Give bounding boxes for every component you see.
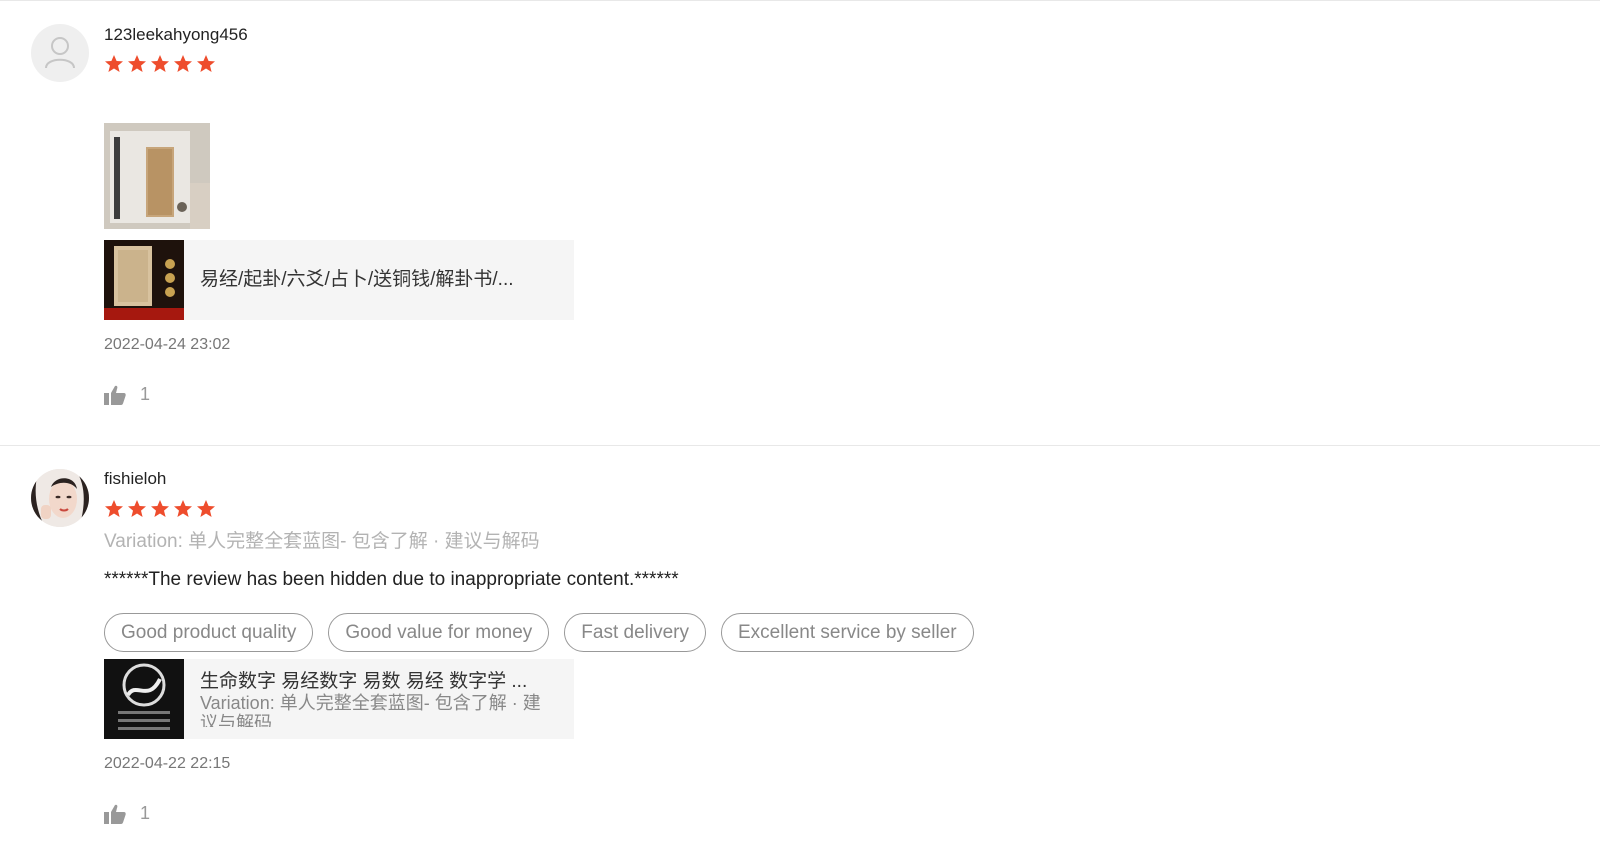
star-icon [128,500,146,517]
review-tag: Excellent service by seller [721,613,974,652]
thumbs-up-icon [104,804,126,824]
user-photo [31,469,89,527]
star-icon [105,55,123,72]
star-icon [174,55,192,72]
star-icon [174,500,192,517]
thumbs-up-icon [104,385,126,405]
product-variation: Variation: 单人完整全套蓝图- 包含了解 · 建议与解码 [200,693,541,727]
default-user-icon [31,24,89,82]
review-tag: Fast delivery [564,613,706,652]
star-icon [197,500,215,517]
username: 123leekahyong456 [104,25,248,44]
review-photo[interactable] [104,123,210,229]
avatar[interactable] [31,469,89,527]
review-item: fishieloh Variation: 单人完整全套蓝图- 包含了解 · 建议… [0,445,1600,844]
rating-stars [104,499,216,519]
like-button[interactable]: 1 [104,384,150,405]
product-card[interactable]: 生命数字 易经数字 易数 易经 数字学 ... Variation: 单人完整全… [104,659,574,739]
review-tag: Good product quality [104,613,314,652]
like-button[interactable]: 1 [104,803,150,824]
review-date: 2022-04-24 23:02 [104,336,231,353]
review-date: 2022-04-22 22:15 [104,755,231,772]
product-card[interactable]: 易经/起卦/六爻/占卜/送铜钱/解卦书/... [104,240,574,320]
review-item: 123leekahyong456 易经/起卦/六爻/占卜/送铜钱/解卦书/...… [0,0,1600,445]
product-name: 生命数字 易经数字 易数 易经 数字学 ... [200,671,528,692]
rating-stars [104,54,216,74]
star-icon [197,55,215,72]
like-count: 1 [140,384,151,404]
avatar[interactable] [31,24,89,82]
star-icon [151,500,169,517]
review-tags: Good product quality Good value for mone… [104,613,974,652]
star-icon [151,55,169,72]
product-thumbnail [104,240,184,320]
star-icon [105,500,123,517]
review-tag: Good value for money [328,613,550,652]
product-thumbnail [104,659,184,739]
review-variation: Variation: 单人完整全套蓝图- 包含了解 · 建议与解码 [104,531,540,552]
like-count: 1 [140,803,151,823]
product-name: 易经/起卦/六爻/占卜/送铜钱/解卦书/... [200,269,514,290]
review-text: ******The review has been hidden due to … [104,569,679,590]
star-icon [128,55,146,72]
username: fishieloh [104,469,167,488]
